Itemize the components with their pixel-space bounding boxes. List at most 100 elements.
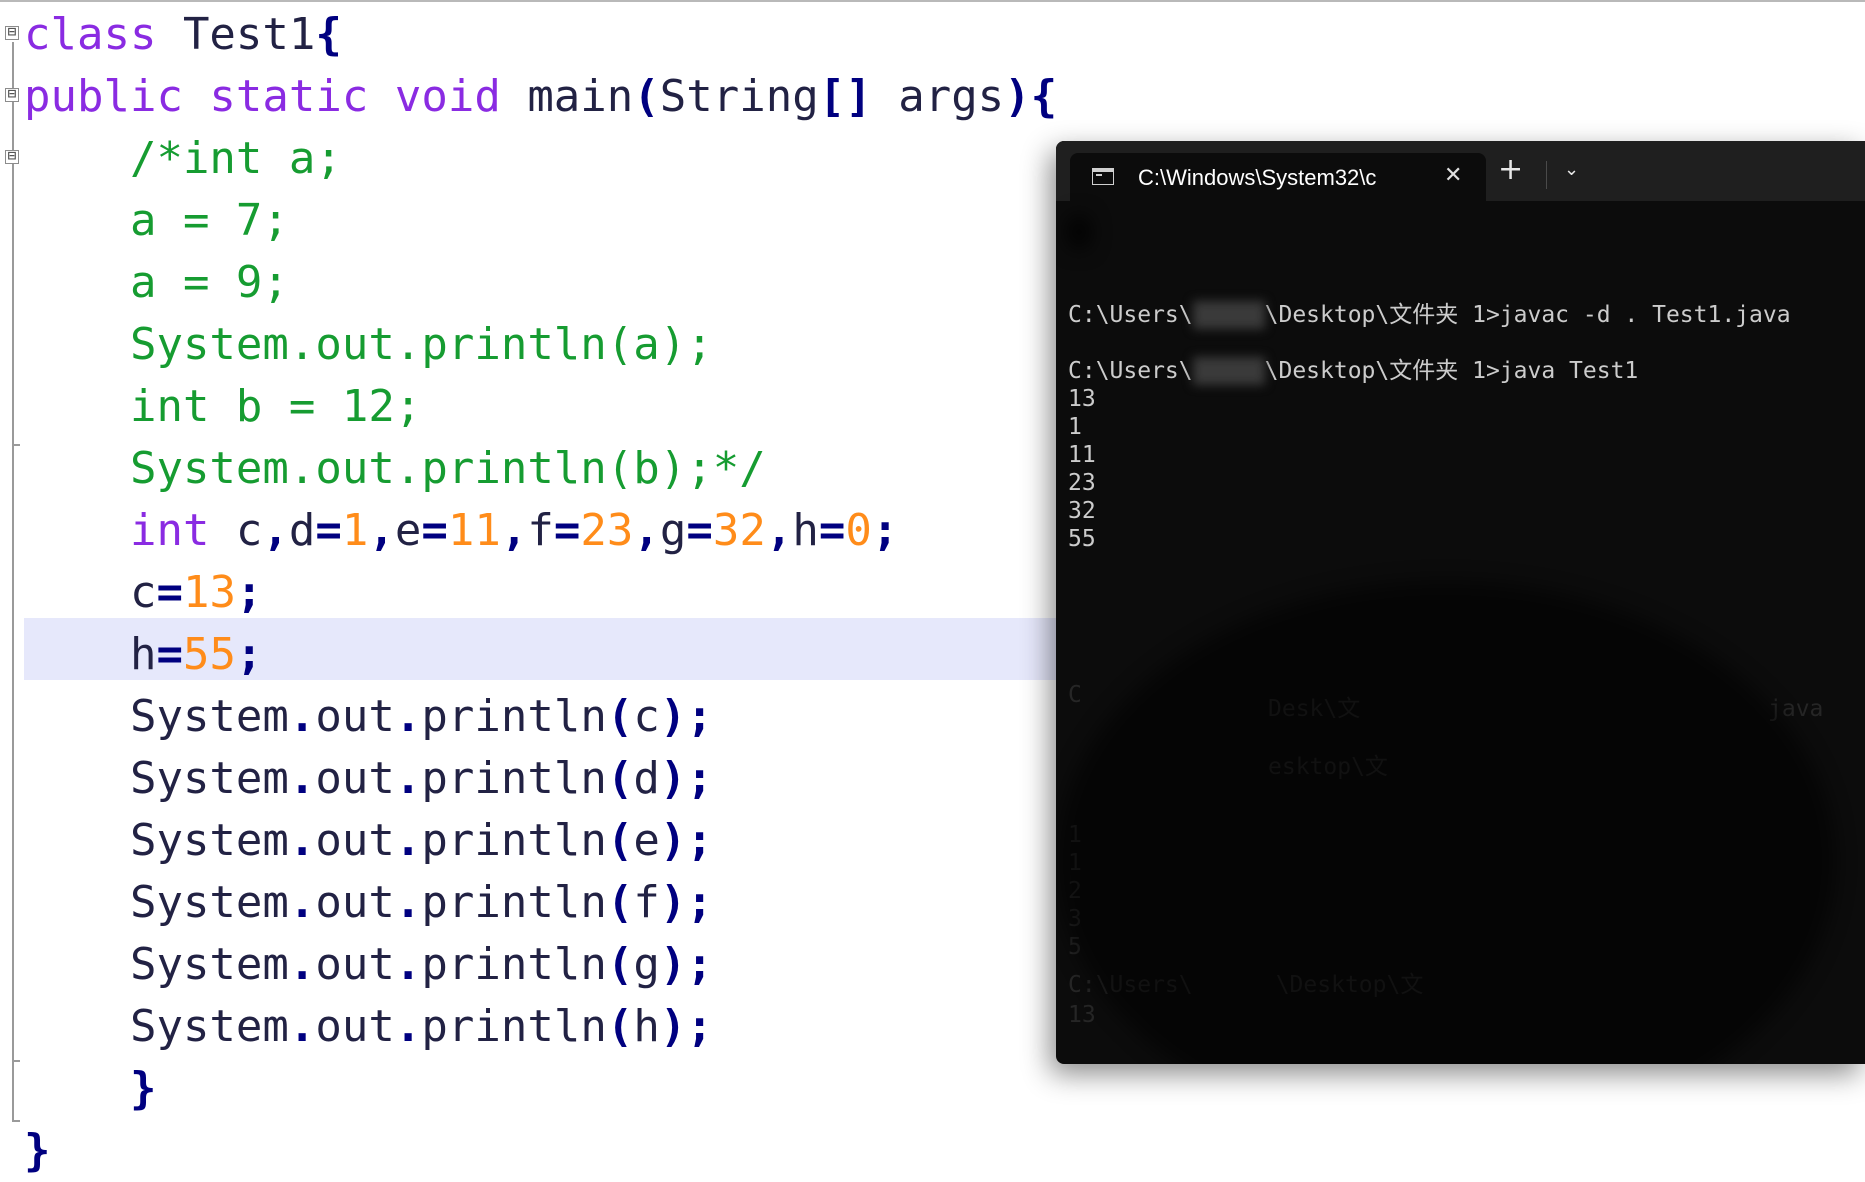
- code-token: (: [606, 939, 634, 990]
- code-token: ,: [500, 505, 528, 556]
- code-token: (: [606, 753, 634, 804]
- fold-collapse-icon[interactable]: ⊟: [5, 87, 19, 102]
- code-line[interactable]: System.out.println(g);: [24, 934, 713, 996]
- code-token: main: [500, 71, 634, 122]
- output-line: 13: [1068, 386, 1096, 412]
- code-token: f: [633, 877, 660, 928]
- code-token: System: [24, 877, 289, 928]
- terminal-tab[interactable]: C:\Windows\System32\c ✕: [1070, 153, 1486, 201]
- code-token: =: [156, 629, 183, 680]
- code-token: g: [633, 939, 660, 990]
- code-token: .: [394, 939, 422, 990]
- code-token: d: [288, 505, 316, 556]
- output-line: 1: [1068, 414, 1082, 440]
- code-token: out: [315, 877, 395, 928]
- code-token: System: [24, 753, 289, 804]
- code-line[interactable]: System.out.println(c);: [24, 686, 713, 748]
- code-token: args: [871, 71, 1005, 122]
- code-token: 1: [341, 505, 369, 556]
- smudge: [1068, 215, 1090, 249]
- code-line[interactable]: System.out.println(a);: [24, 314, 713, 376]
- code-token: System.out.println(a);: [24, 319, 713, 370]
- obscured-text: C: [1068, 682, 1082, 708]
- code-token: int: [24, 505, 210, 556]
- prompt-prefix: C:\Users\: [1068, 358, 1193, 384]
- output-line: 32: [1068, 498, 1096, 524]
- code-line[interactable]: h=55;: [24, 624, 262, 686]
- fold-collapse-icon[interactable]: ⊟: [5, 25, 19, 40]
- code-token: out: [315, 753, 395, 804]
- terminal-window[interactable]: C:\Windows\System32\c ✕ + ⌄ C:\Users\ \De…: [1056, 141, 1865, 1064]
- code-token: 32: [712, 505, 766, 556]
- code-token: (: [606, 815, 634, 866]
- code-token: out: [315, 939, 395, 990]
- code-token: c: [209, 505, 263, 556]
- code-line[interactable]: }: [24, 1058, 157, 1120]
- code-token: );: [659, 877, 713, 928]
- code-token: public static void: [24, 71, 501, 122]
- code-token: ){: [1004, 71, 1058, 122]
- code-token: h: [633, 1001, 660, 1052]
- code-line[interactable]: int b = 12;: [24, 376, 421, 438]
- code-token: ,: [765, 505, 793, 556]
- code-token: println: [421, 753, 607, 804]
- code-token: ,: [368, 505, 395, 556]
- code-line[interactable]: /*int a;: [24, 128, 342, 190]
- code-line[interactable]: a = 7;: [24, 190, 289, 252]
- code-token: 13: [182, 567, 236, 618]
- code-line[interactable]: class Test1{: [24, 4, 342, 66]
- code-token: out: [315, 815, 395, 866]
- code-token: 11: [447, 505, 501, 556]
- code-token: .: [394, 877, 422, 928]
- code-token: .: [394, 691, 422, 742]
- obscured-text: 13: [1068, 1002, 1096, 1028]
- code-token: e: [633, 815, 660, 866]
- code-line[interactable]: System.out.println(d);: [24, 748, 713, 810]
- code-token: (: [606, 1001, 634, 1052]
- code-line[interactable]: System.out.println(f);: [24, 872, 713, 934]
- code-token: out: [315, 1001, 395, 1052]
- new-tab-button[interactable]: +: [1498, 153, 1523, 187]
- output-line: 11: [1068, 442, 1096, 468]
- code-token: a = 9;: [24, 257, 289, 308]
- code-line[interactable]: System.out.println(h);: [24, 996, 713, 1058]
- prompt-command: \Desktop\文件夹 1>java Test1: [1264, 358, 1639, 384]
- code-token: int b = 12;: [24, 381, 422, 432]
- code-token: ;: [235, 567, 263, 618]
- code-line[interactable]: }: [24, 1120, 51, 1182]
- code-token: ,: [633, 505, 660, 556]
- code-token: =: [156, 567, 183, 618]
- tab-title: C:\Windows\System32\c: [1138, 165, 1377, 190]
- code-token: );: [659, 1001, 713, 1052]
- code-line[interactable]: System.out.println(e);: [24, 810, 713, 872]
- code-token: d: [633, 753, 660, 804]
- code-token: a = 7;: [24, 195, 289, 246]
- code-line[interactable]: int c,d=1,e=11,f=23,g=32,h=0;: [24, 500, 898, 562]
- fold-guide-tick: [12, 1060, 20, 1062]
- code-token: 23: [580, 505, 634, 556]
- code-token: h: [24, 629, 157, 680]
- code-token: =: [315, 505, 342, 556]
- chevron-down-icon[interactable]: ⌄: [1564, 157, 1579, 183]
- code-line[interactable]: a = 9;: [24, 252, 289, 314]
- code-token: Test1: [156, 9, 316, 60]
- code-token: .: [394, 1001, 422, 1052]
- code-token: 55: [182, 629, 236, 680]
- command-line: C:\Users\ \Desktop\文件夹 1>javac -d . Test1…: [1068, 301, 1791, 329]
- code-token: );: [659, 691, 713, 742]
- code-token: c: [24, 567, 157, 618]
- output-line: 55: [1068, 526, 1096, 552]
- fold-guide-line: [12, 42, 14, 1122]
- code-token: (: [606, 691, 634, 742]
- fold-gutter: ⊟ ⊟ ⊟: [0, 2, 22, 1182]
- fold-collapse-icon[interactable]: ⊟: [5, 149, 19, 164]
- code-line[interactable]: c=13;: [24, 562, 262, 624]
- close-icon[interactable]: ✕: [1444, 161, 1462, 191]
- code-line[interactable]: public static void main(String[] args){: [24, 66, 1057, 128]
- code-token: ;: [235, 629, 263, 680]
- code-token: println: [421, 815, 607, 866]
- code-line[interactable]: System.out.println(b);*/: [24, 438, 766, 500]
- code-token: );: [659, 815, 713, 866]
- code-token: out: [315, 691, 395, 742]
- code-token: .: [288, 939, 316, 990]
